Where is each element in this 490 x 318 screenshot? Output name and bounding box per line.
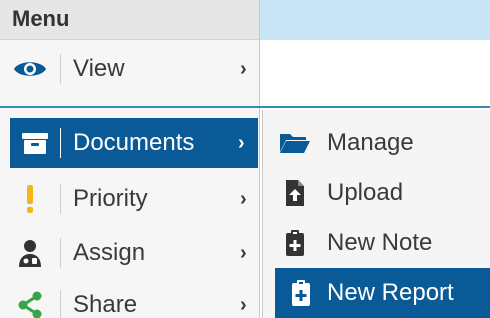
chevron-right-icon: › (238, 131, 245, 154)
doctor-icon (0, 228, 60, 278)
menu-item-label: View (73, 55, 125, 82)
menu-item-label: Share (73, 291, 138, 318)
submenu-item-label: Manage (327, 129, 414, 156)
chevron-right-icon: › (240, 57, 247, 80)
main-menu: Menu View › Documents › Priority › Assig… (0, 0, 260, 318)
menu-item-share[interactable]: Share › (0, 280, 260, 318)
chevron-right-icon: › (240, 241, 247, 264)
content-area (259, 40, 490, 106)
menu-item-documents[interactable]: Documents › (10, 118, 258, 168)
menu-item-view[interactable]: View › (0, 44, 260, 94)
archive-box-icon (10, 118, 60, 168)
menu-item-assign[interactable]: Assign › (0, 228, 260, 278)
exclamation-icon (0, 174, 60, 224)
submenu-item-new-note[interactable]: New Note (263, 218, 490, 268)
submenu-item-upload[interactable]: Upload (263, 168, 490, 218)
separator (60, 184, 61, 214)
folder-open-icon (263, 118, 327, 168)
menu-item-priority[interactable]: Priority › (0, 174, 260, 224)
chevron-right-icon: › (240, 293, 247, 316)
app-window: Menu View › Documents › Priority › Assig… (0, 0, 490, 318)
submenu-item-manage[interactable]: Manage (263, 118, 490, 168)
clipboard-plus-icon (263, 218, 327, 268)
clipboard-plus-icon (275, 268, 327, 318)
separator (60, 54, 61, 84)
top-bar (259, 0, 490, 40)
submenu-item-label: New Note (327, 229, 433, 256)
eye-icon (0, 44, 60, 94)
share-icon (0, 280, 60, 318)
separator (60, 128, 61, 158)
menu-title: Menu (0, 0, 259, 40)
menu-item-label: Assign (73, 239, 146, 266)
documents-submenu: Manage Upload New Note New Report (262, 110, 490, 318)
submenu-item-label: New Report (327, 279, 454, 306)
content-divider (259, 106, 490, 108)
menu-divider (0, 106, 260, 108)
submenu-item-new-report[interactable]: New Report (275, 268, 490, 318)
submenu-item-label: Upload (327, 179, 404, 206)
chevron-right-icon: › (240, 187, 247, 210)
menu-item-label: Priority (73, 185, 148, 212)
separator (60, 238, 61, 268)
file-upload-icon (263, 168, 327, 218)
separator (60, 290, 61, 318)
menu-item-label: Documents (73, 129, 195, 156)
